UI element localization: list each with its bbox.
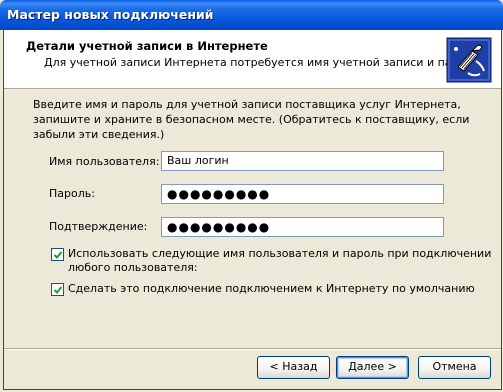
checkmark-icon <box>53 251 63 259</box>
wizard-window: Мастер новых подключений Детали учетной … <box>0 0 503 392</box>
confirm-password-field[interactable]: ●●●●●●●●● <box>161 217 444 237</box>
use-for-all-users-label-line1: Использовать следующие имя пользователя … <box>68 247 492 260</box>
use-for-all-users-label-line2: любого пользователя: <box>68 261 198 274</box>
default-connection-label: Сделать это подключение подключением к И… <box>68 282 475 295</box>
intro-text: Введите имя и пароль для учетной записи … <box>33 98 470 141</box>
next-button[interactable]: Далее > <box>336 356 409 379</box>
wizard-body: Детали учетной записи в Интернете Для уч… <box>3 30 502 390</box>
username-label: Имя пользователя: <box>49 155 160 168</box>
header-subtitle: Для учетной записи Интернета потребуется… <box>44 56 483 69</box>
use-for-all-users-checkbox[interactable] <box>51 248 64 261</box>
header-title: Детали учетной записи в Интернете <box>26 39 268 53</box>
username-field[interactable]: Ваш логин <box>161 151 444 171</box>
window-title: Мастер новых подключений <box>7 7 214 22</box>
wizard-header: Детали учетной записи в Интернете Для уч… <box>4 30 501 89</box>
cancel-button[interactable]: Отмена <box>418 356 491 379</box>
checkmark-icon <box>53 286 63 294</box>
password-field[interactable]: ●●●●●●●●● <box>161 184 444 204</box>
default-connection-checkbox[interactable] <box>51 283 64 296</box>
phone-connection-icon <box>446 37 492 83</box>
button-separator <box>4 348 501 350</box>
confirm-label: Подтверждение: <box>49 220 148 233</box>
password-label: Пароль: <box>49 187 95 200</box>
title-bar[interactable]: Мастер новых подключений <box>0 0 503 30</box>
back-button[interactable]: < Назад <box>257 356 330 379</box>
